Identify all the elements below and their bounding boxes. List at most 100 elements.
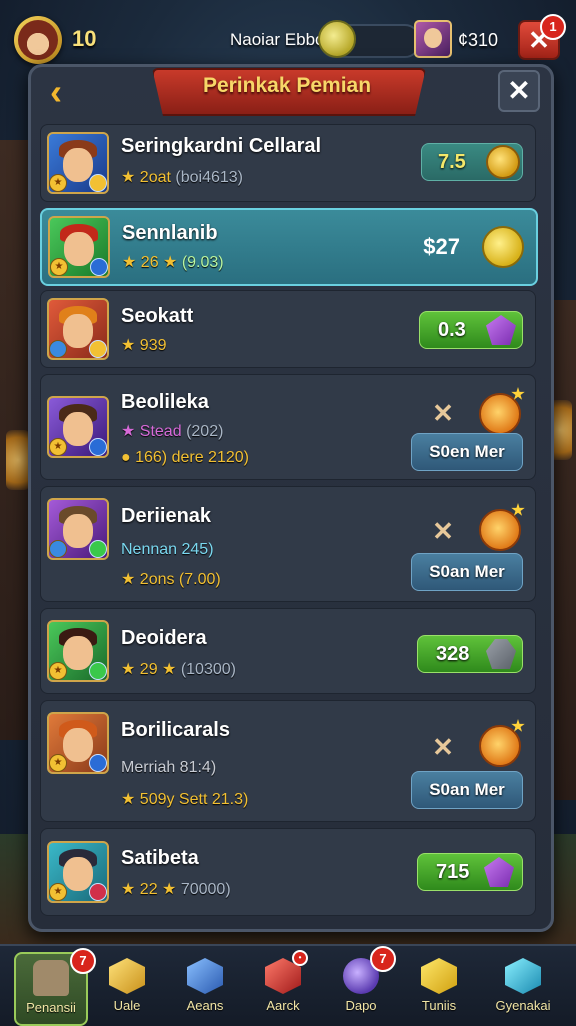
player-name: Sennlanib bbox=[122, 222, 218, 244]
player-name: Borilicarals bbox=[121, 719, 230, 741]
close-panel-button[interactable]: ✕ bbox=[498, 70, 540, 112]
gem-icon bbox=[89, 438, 107, 456]
player-name: Satibeta bbox=[121, 847, 199, 869]
player-stats: ★ Stead (202) bbox=[121, 423, 224, 440]
list-item[interactable]: ★ Beolileka ★ Stead (202) ● 166) dere 21… bbox=[40, 374, 536, 480]
player-stats: ★ 26 ★ (9.03) bbox=[122, 254, 224, 271]
reward-button[interactable]: 328 bbox=[417, 635, 523, 673]
star-icon: ★ bbox=[49, 438, 67, 456]
avatar: ★ bbox=[47, 841, 109, 903]
shield-icon bbox=[49, 340, 67, 358]
coin-badge-icon bbox=[89, 174, 107, 192]
reward-button[interactable]: 715 bbox=[417, 853, 523, 891]
gold-cube-icon bbox=[109, 958, 145, 994]
player-avatar[interactable] bbox=[14, 16, 62, 64]
background-lamp-left bbox=[6, 430, 30, 490]
avatar: ★ bbox=[47, 620, 109, 682]
nav-label: Gyenakai bbox=[495, 998, 551, 1013]
coin-badge-icon bbox=[89, 340, 107, 358]
backpack-icon bbox=[33, 960, 69, 996]
star-icon: ★ bbox=[50, 258, 68, 276]
player-stats: Nennan 245) bbox=[121, 541, 214, 558]
nav-item-gyenakai[interactable]: Gyenakai bbox=[488, 952, 558, 1022]
nav-label: Uale bbox=[113, 998, 141, 1013]
star-icon: ★ bbox=[49, 754, 67, 772]
crossed-swords-icon: ✕ bbox=[432, 516, 454, 546]
character-portrait-icon[interactable] bbox=[414, 20, 452, 58]
nav-badge: 7 bbox=[370, 946, 396, 972]
list-item[interactable]: ★ Satibeta ★ 22 ★ 70000) 715 bbox=[40, 828, 536, 916]
player-stats: ★ 2oat (boi4613) bbox=[121, 169, 243, 186]
avatar-face bbox=[18, 20, 58, 60]
list-item[interactable]: Seokatt ★ 939 0.3 bbox=[40, 290, 536, 368]
nav-item-dapo[interactable]: Dapo 7 bbox=[326, 946, 396, 1022]
star-icon: ★ bbox=[49, 883, 67, 901]
gem-icon bbox=[89, 540, 107, 558]
nav-item-tuniis[interactable]: Tuniis bbox=[404, 952, 474, 1022]
nav-item-uale[interactable]: Uale bbox=[92, 952, 162, 1022]
nav-label: Tuniis bbox=[421, 998, 457, 1013]
list-item[interactable]: ★ Borilicarals Merriah 81:4) ★ 509y Sett… bbox=[40, 700, 536, 822]
player-tag: Naoiar Ebbo bbox=[230, 30, 325, 49]
notification-badge: 1 bbox=[540, 14, 566, 40]
avatar: ★ bbox=[47, 132, 109, 194]
gem-icon bbox=[89, 662, 107, 680]
stone-icon bbox=[486, 639, 516, 669]
avatar bbox=[47, 298, 109, 360]
list-item[interactable]: Deriienak Nennan 245) ★ 2ons (7.00) ✕ S0… bbox=[40, 486, 536, 602]
reward-coin-icon bbox=[479, 725, 521, 767]
player-name: Deoidera bbox=[121, 627, 207, 649]
reward-button[interactable]: 7.5 bbox=[421, 143, 523, 181]
crossed-swords-icon: ✕ bbox=[432, 398, 454, 428]
blue-cube-icon bbox=[187, 958, 223, 994]
list-item[interactable]: ★ Deoidera ★ 29 ★ (10300) 328 bbox=[40, 608, 536, 694]
star-icon: ★ bbox=[49, 174, 67, 192]
purple-gem-icon bbox=[486, 315, 516, 345]
gem-icon bbox=[89, 883, 107, 901]
crossed-swords-icon: ✕ bbox=[432, 732, 454, 762]
player-stats: ★ 29 ★ (10300) bbox=[121, 661, 236, 678]
list-item-selected[interactable]: ★ Sennlanib ★ 26 ★ (9.03) $27 bbox=[40, 208, 538, 286]
player-name: Deriienak bbox=[121, 505, 212, 527]
list-item[interactable]: ★ Seringkardni Cellaral ★ 2oat (boi4613)… bbox=[40, 124, 536, 202]
player-name: Seokatt bbox=[121, 305, 194, 327]
gold-coin-icon bbox=[318, 20, 356, 58]
panel-title: Perinkak Pemian bbox=[202, 74, 372, 97]
shield-icon bbox=[49, 540, 67, 558]
player-name: Seringkardni Cellaral bbox=[121, 135, 322, 157]
nav-item-penansii[interactable]: Penansii 7 bbox=[14, 948, 96, 1026]
player-level: 10 bbox=[72, 26, 97, 51]
nav-label: Aeans bbox=[186, 998, 224, 1013]
player-stats: Merriah 81:4) bbox=[121, 759, 217, 776]
bottom-navigation: Penansii 7 Uale Aeans Aarck • Dapo 7 Tun… bbox=[0, 944, 576, 1026]
gem-icon bbox=[89, 754, 107, 772]
player-stats-secondary: ★ 2ons (7.00) bbox=[121, 571, 221, 588]
avatar: ★ bbox=[47, 712, 109, 774]
claim-button[interactable]: S0en Mer bbox=[411, 433, 523, 471]
reward-button[interactable]: 0.3 bbox=[419, 311, 523, 349]
player-stats: ★ 939 bbox=[121, 337, 167, 354]
avatar bbox=[47, 498, 109, 560]
player-stats-secondary: ★ 509y Sett 21.3) bbox=[121, 791, 249, 808]
star-icon: ★ bbox=[49, 662, 67, 680]
claim-button[interactable]: S0an Mer bbox=[411, 553, 523, 591]
nav-item-aarck[interactable]: Aarck • bbox=[248, 950, 318, 1022]
top-bar: 10 Naoiar Ebbo ¢310 ✕ 1 bbox=[0, 0, 576, 74]
nav-label: Penansii bbox=[26, 1000, 76, 1015]
back-arrow-icon[interactable]: ‹ bbox=[36, 72, 76, 112]
nav-label: Dapo bbox=[345, 998, 377, 1013]
yellow-cube-icon bbox=[421, 958, 457, 994]
reward-coin-icon bbox=[479, 393, 521, 435]
nav-item-aeans[interactable]: Aeans bbox=[170, 952, 240, 1022]
nav-dot-badge: • bbox=[292, 950, 308, 966]
cyan-cube-icon bbox=[505, 958, 541, 994]
player-stats: ★ 22 ★ 70000) bbox=[121, 881, 231, 898]
coin-icon bbox=[486, 145, 520, 179]
currency-amount: ¢310 bbox=[458, 30, 499, 50]
claim-button[interactable]: S0an Mer bbox=[411, 771, 523, 809]
coin-icon[interactable] bbox=[482, 226, 524, 268]
player-stats-secondary: ● 166) dere 2120) bbox=[121, 449, 249, 466]
avatar: ★ bbox=[47, 396, 109, 458]
reward-coin-icon bbox=[479, 509, 521, 551]
player-name: Beolileka bbox=[121, 391, 209, 413]
